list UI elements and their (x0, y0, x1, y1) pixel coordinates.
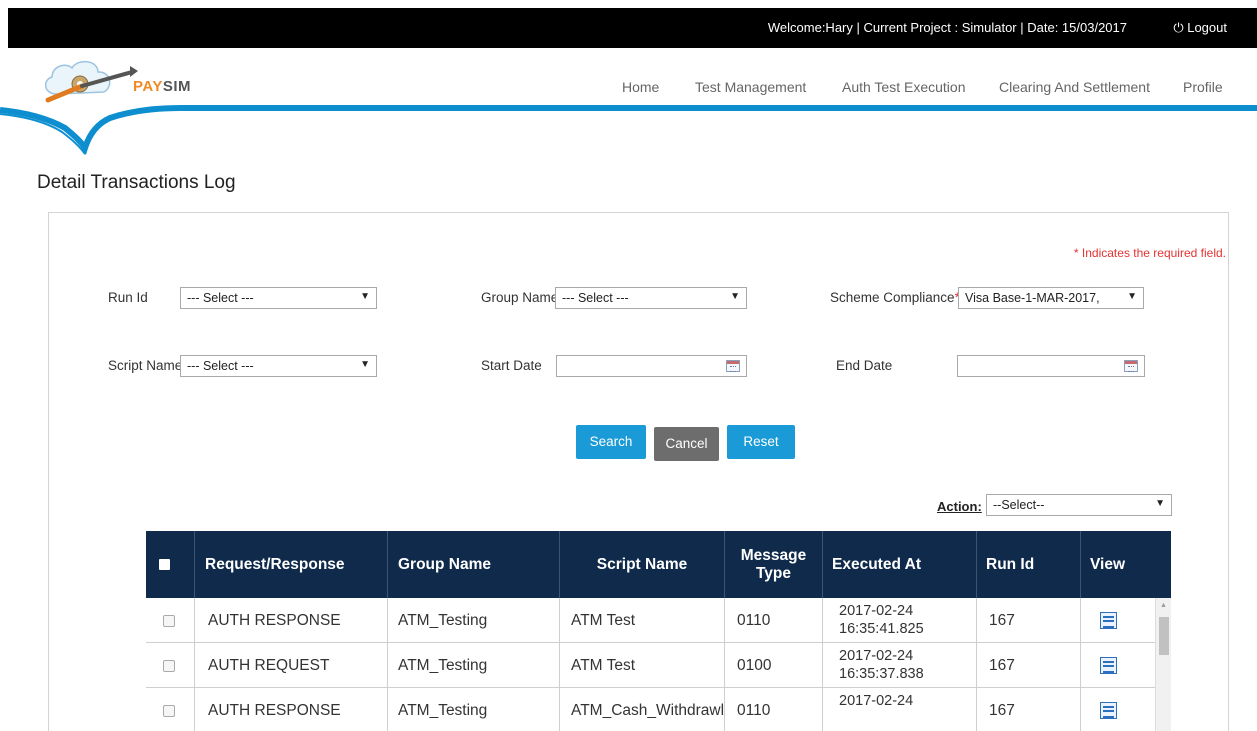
nav-test-management[interactable]: Test Management (695, 79, 806, 95)
executed-date: 2017-02-24 (839, 648, 914, 664)
scheme-compliance-label: Scheme Compliance* (830, 290, 960, 305)
search-button[interactable]: Search (576, 425, 646, 459)
header-executed-at[interactable]: Executed At (823, 531, 977, 598)
executed-time: 16:35:41.825 (839, 621, 924, 637)
scheme-compliance-label-text: Scheme Compliance (830, 290, 955, 305)
search-panel: * Indicates the required field. Run Id -… (48, 212, 1229, 731)
executed-date: 2017-02-24 (839, 693, 914, 709)
cell-view (1081, 643, 1155, 688)
group-name-select-value: --- Select --- (562, 291, 629, 305)
end-date-label: End Date (836, 358, 893, 373)
table-row: AUTH RESPONSE ATM_Testing ATM Test 0110 … (146, 598, 1155, 643)
cell-script-name: ATM Test (560, 643, 725, 688)
main-nav: Home Test Management Auth Test Execution… (0, 79, 1257, 99)
chevron-down-icon: ▼ (360, 359, 370, 370)
chevron-down-icon: ▼ (1155, 498, 1165, 509)
header-request-response[interactable]: Request/Response (195, 531, 388, 598)
calendar-icon[interactable] (1124, 360, 1138, 372)
nav-clearing-and-settlement[interactable]: Clearing And Settlement (999, 79, 1150, 95)
cell-run-id: 167 (977, 643, 1081, 688)
table-row: AUTH RESPONSE ATM_Testing ATM_Cash_Withd… (146, 688, 1155, 731)
start-date-label: Start Date (481, 358, 542, 373)
cell-run-id: 167 (977, 688, 1081, 731)
executed-time: 16:35:37.838 (839, 666, 924, 682)
group-name-select[interactable]: --- Select --- ▼ (555, 287, 747, 309)
run-id-label: Run Id (108, 290, 148, 305)
header-run-id[interactable]: Run Id (977, 531, 1081, 598)
scrollbar-thumb[interactable] (1159, 617, 1169, 655)
run-id-select[interactable]: --- Select --- ▼ (180, 287, 377, 309)
cell-executed-at: 2017-02-24 (823, 688, 977, 731)
view-details-icon[interactable] (1100, 657, 1117, 674)
calendar-icon[interactable] (726, 360, 740, 372)
scheme-compliance-select[interactable]: Visa Base-1-MAR-2017, ▼ (958, 287, 1144, 309)
cell-executed-at: 2017-02-24 16:35:37.838 (823, 643, 977, 688)
row-select-cell (146, 688, 195, 731)
chevron-down-icon: ▼ (730, 291, 740, 302)
cell-run-id: 167 (977, 598, 1081, 643)
end-date-input[interactable] (957, 355, 1145, 377)
view-details-icon[interactable] (1100, 702, 1117, 719)
select-all-checkbox[interactable] (159, 559, 170, 570)
cell-group-name: ATM_Testing (388, 643, 560, 688)
cell-group-name: ATM_Testing (388, 688, 560, 731)
cell-group-name: ATM_Testing (388, 598, 560, 643)
cell-executed-at: 2017-02-24 16:35:41.825 (823, 598, 977, 643)
logout-link[interactable]: ⏻ Logout (1173, 20, 1227, 36)
cell-script-name: ATM_Cash_Withdrawl (560, 688, 725, 731)
executed-date: 2017-02-24 (839, 603, 914, 619)
cell-view (1081, 688, 1155, 731)
row-select-cell (146, 598, 195, 643)
script-name-select-value: --- Select --- (187, 359, 254, 373)
required-field-note: * Indicates the required field. (1073, 246, 1226, 260)
start-date-input[interactable] (556, 355, 747, 377)
cell-message-type: 0110 (725, 598, 823, 643)
nav-home[interactable]: Home (622, 79, 659, 95)
nav-auth-test-execution[interactable]: Auth Test Execution (842, 79, 965, 95)
action-select-value: --Select-- (993, 498, 1045, 512)
table-body: AUTH RESPONSE ATM_Testing ATM Test 0110 … (146, 598, 1171, 731)
reset-button[interactable]: Reset (727, 425, 795, 459)
action-select[interactable]: --Select-- ▼ (986, 494, 1172, 516)
script-name-label: Script Name (108, 358, 183, 373)
chevron-down-icon: ▼ (1127, 291, 1137, 302)
scheme-compliance-select-value: Visa Base-1-MAR-2017, (965, 291, 1100, 305)
session-info: Welcome:Hary | Current Project : Simulat… (767, 20, 1127, 35)
table-row: AUTH REQUEST ATM_Testing ATM Test 0100 2… (146, 643, 1155, 688)
table-header: Request/Response Group Name Script Name … (146, 531, 1171, 598)
action-label: Action: (937, 499, 982, 514)
header-curve-divider (0, 105, 1257, 156)
header-view: View (1090, 555, 1126, 573)
cell-message-type: 0110 (725, 688, 823, 731)
row-checkbox[interactable] (163, 614, 175, 627)
cell-message-type: 0100 (725, 643, 823, 688)
view-details-icon[interactable] (1100, 612, 1117, 629)
header-group-name[interactable]: Group Name (388, 531, 560, 598)
header-script-name[interactable]: Script Name (560, 531, 725, 598)
cell-view (1081, 598, 1155, 643)
cell-request-response: AUTH RESPONSE (195, 598, 388, 643)
table-scrollbar[interactable]: ▲ (1155, 598, 1171, 731)
top-bar: Welcome:Hary | Current Project : Simulat… (8, 8, 1257, 48)
run-id-select-value: --- Select --- (187, 291, 254, 305)
scroll-up-arrow-icon[interactable]: ▲ (1160, 602, 1167, 609)
cell-request-response: AUTH REQUEST (195, 643, 388, 688)
nav-profile[interactable]: Profile (1183, 79, 1223, 95)
cell-request-response: AUTH RESPONSE (195, 688, 388, 731)
header-message-type[interactable]: Message Type (725, 531, 823, 598)
script-name-select[interactable]: --- Select --- ▼ (180, 355, 377, 377)
cell-script-name: ATM Test (560, 598, 725, 643)
page-title: Detail Transactions Log (37, 172, 236, 193)
site-header: PAYSIM Home Test Management Auth Test Ex… (0, 48, 1257, 158)
row-checkbox[interactable] (163, 659, 175, 672)
row-select-cell (146, 643, 195, 688)
header-select-all-cell (146, 531, 195, 598)
cancel-button[interactable]: Cancel (654, 427, 719, 461)
row-checkbox[interactable] (163, 704, 175, 717)
group-name-label: Group Name (481, 290, 559, 305)
chevron-down-icon: ▼ (360, 291, 370, 302)
